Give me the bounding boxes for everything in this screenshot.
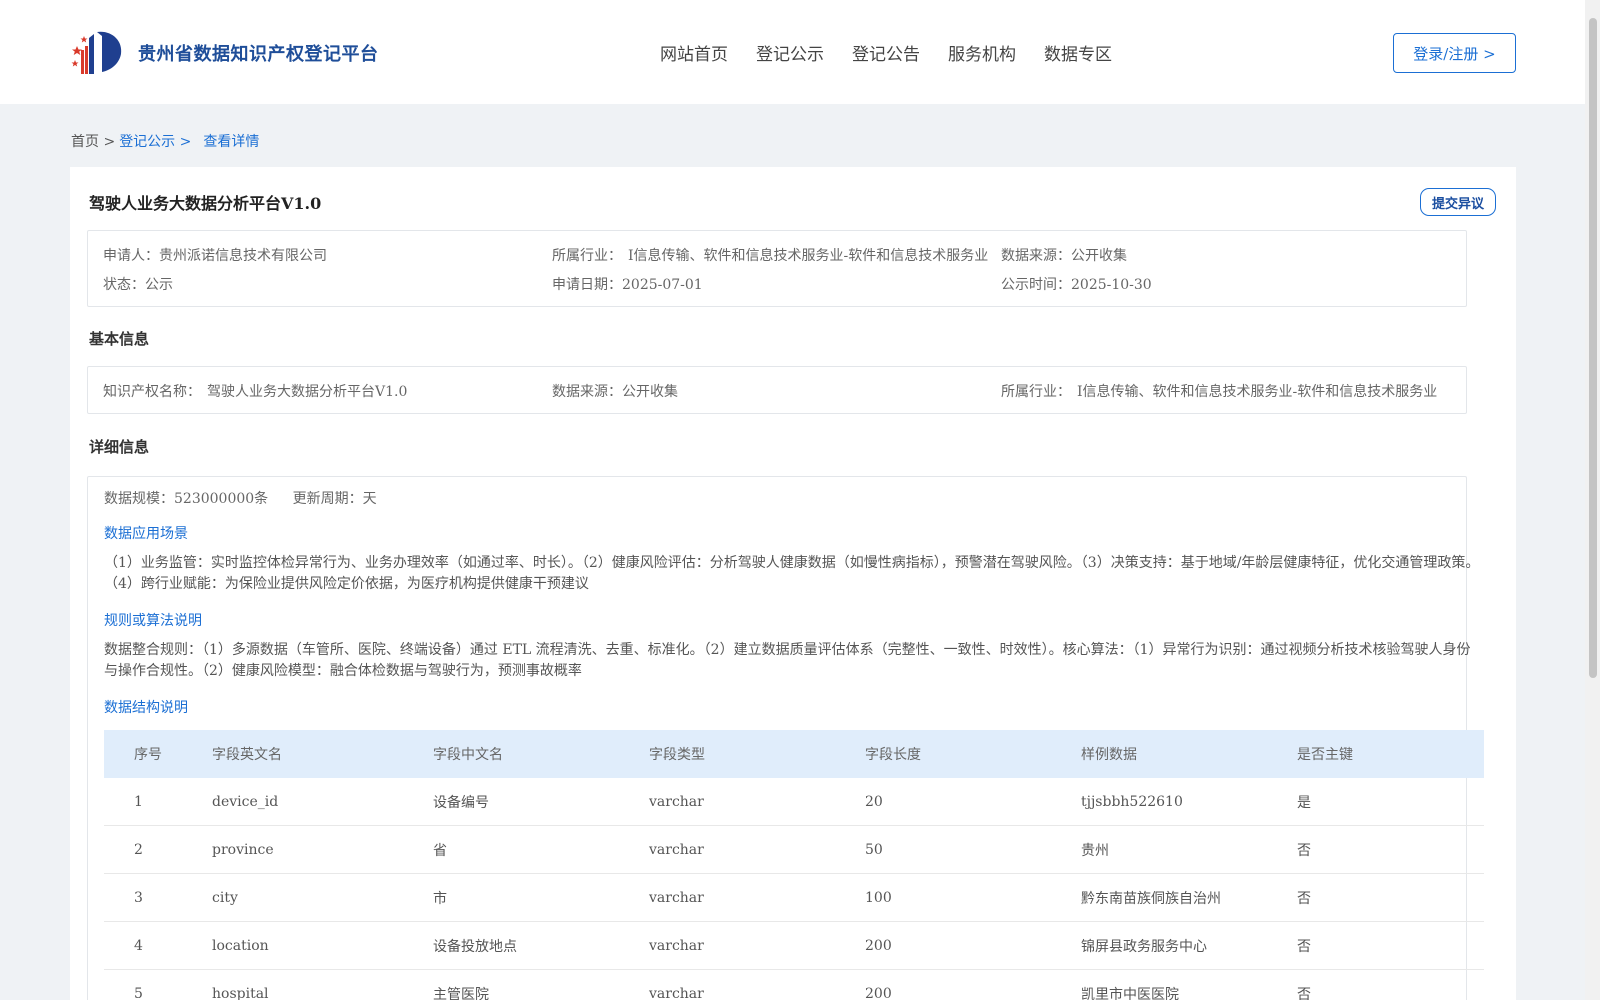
cell-field-length: 200 [865, 985, 892, 1000]
nav-item-publicity[interactable]: 登记公示 [756, 40, 824, 65]
source-value: 公开收集 [1071, 248, 1127, 264]
cell-primary-key: 否 [1297, 986, 1311, 1000]
table-row: 4 location 设备投放地点 varchar 200 锦屏县政务服务中心 … [104, 922, 1484, 970]
summary-box: 申请人：贵州派诺信息技术有限公司 所属行业： I信息传输、软件和信息技术服务业-软… [87, 230, 1467, 307]
basic-info-box: 知识产权名称： 驾驶人业务大数据分析平台V1.0 数据来源：公开收集 所属行业： I… [87, 366, 1467, 414]
main-nav: 网站首页 登记公示 登记公告 服务机构 数据专区 [660, 40, 1140, 65]
applicant-value: 贵州派诺信息技术有限公司 [159, 248, 327, 264]
source-field: 数据来源：公开收集 [1001, 248, 1127, 264]
cell-field-length: 20 [865, 793, 883, 810]
record-title: 驾驶人业务大数据分析平台V1.0 [89, 194, 322, 213]
col-primary-key: 是否主键 [1297, 747, 1353, 763]
data-structure-table: 序号 字段英文名 字段中文名 字段类型 字段长度 样例数据 是否主键 1 dev… [104, 730, 1484, 1000]
cell-field-type: varchar [649, 793, 704, 810]
scrollbar-thumb[interactable] [1589, 18, 1597, 678]
cell-field-cn: 设备编号 [433, 794, 489, 811]
site-logo[interactable]: 贵州省数据知识产权登记平台 [71, 28, 379, 78]
cell-field-en: hospital [212, 985, 269, 1000]
cell-primary-key: 否 [1297, 890, 1311, 907]
col-field-cn: 字段中文名 [433, 747, 503, 763]
cell-field-type: varchar [649, 985, 704, 1000]
rules-title: 规则或算法说明 [104, 613, 202, 629]
breadcrumb: 首页 > 登记公示 > 查看详情 [71, 131, 259, 151]
status-value: 公示 [145, 277, 173, 293]
nav-item-service-agencies[interactable]: 服务机构 [948, 40, 1016, 65]
platform-logo-icon [71, 28, 129, 78]
cell-field-cn: 市 [433, 890, 447, 907]
apply-date-value: 2025-07-01 [622, 277, 703, 293]
cell-field-type: varchar [649, 937, 704, 954]
submit-objection-button[interactable]: 提交异议 [1420, 188, 1496, 216]
cell-field-en: city [212, 889, 238, 906]
table-row: 1 device_id 设备编号 varchar 20 tjjsbbh52261… [104, 778, 1484, 826]
breadcrumb-home[interactable]: 首页 > [71, 131, 115, 151]
industry-value: I信息传输、软件和信息技术服务业-软件和信息技术服务业 [628, 248, 989, 264]
structure-title: 数据结构说明 [104, 700, 188, 716]
cell-primary-key: 是 [1297, 794, 1311, 811]
login-register-button[interactable]: 登录/注册 > [1393, 33, 1516, 73]
table-row: 5 hospital 主管医院 varchar 200 凯里市中医医院 否 [104, 970, 1484, 1000]
cell-index: 5 [134, 985, 143, 1000]
cell-field-en: location [212, 937, 269, 954]
industry-field: 所属行业： I信息传输、软件和信息技术服务业-软件和信息技术服务业 [552, 248, 989, 264]
ip-name-field: 知识产权名称： 驾驶人业务大数据分析平台V1.0 [103, 384, 408, 400]
cell-field-cn: 主管医院 [433, 986, 489, 1000]
nav-item-data-zone[interactable]: 数据专区 [1044, 40, 1112, 65]
scenario-text: （1）业务监管：实时监控体检异常行为、业务办理效率（如通过率、时长）。（2）健康… [104, 555, 1480, 592]
cell-index: 2 [134, 841, 143, 858]
status-field: 状态：公示 [103, 277, 173, 293]
basic-industry-field: 所属行业： I信息传输、软件和信息技术服务业-软件和信息技术服务业 [1001, 384, 1438, 400]
cell-field-type: varchar [649, 841, 704, 858]
page-scrollbar[interactable] [1585, 0, 1600, 1000]
cell-field-cn: 省 [433, 842, 447, 859]
basic-source-field: 数据来源：公开收集 [552, 384, 678, 400]
scenario-title: 数据应用场景 [104, 526, 188, 542]
cell-primary-key: 否 [1297, 938, 1311, 955]
cell-index: 3 [134, 889, 143, 906]
col-field-en: 字段英文名 [212, 747, 282, 763]
col-index: 序号 [134, 747, 162, 763]
applicant-field: 申请人：贵州派诺信息技术有限公司 [103, 248, 327, 264]
cell-sample: 锦屏县政务服务中心 [1081, 938, 1207, 955]
cell-field-type: varchar [649, 889, 704, 906]
cell-sample: 贵州 [1081, 842, 1109, 859]
detail-card: 驾驶人业务大数据分析平台V1.0 提交异议 申请人：贵州派诺信息技术有限公司 所… [70, 167, 1516, 1000]
col-field-length: 字段长度 [865, 747, 921, 763]
breadcrumb-publicity[interactable]: 登记公示 > [119, 131, 191, 151]
col-field-type: 字段类型 [649, 747, 705, 763]
cell-index: 4 [134, 937, 143, 954]
cell-field-cn: 设备投放地点 [433, 938, 517, 955]
data-scale-value: 523000000条 [174, 491, 269, 507]
table-row: 2 province 省 varchar 50 贵州 否 [104, 826, 1484, 874]
update-cycle-value: 天 [362, 491, 377, 507]
cell-sample: 黔东南苗族侗族自治州 [1081, 890, 1221, 907]
top-header: 贵州省数据知识产权登记平台 网站首页 登记公示 登记公告 服务机构 数据专区 登… [0, 0, 1585, 104]
site-title: 贵州省数据知识产权登记平台 [138, 44, 379, 65]
publish-time-value: 2025-10-30 [1071, 277, 1152, 293]
publish-time-field: 公示时间：2025-10-30 [1001, 277, 1152, 293]
cell-field-length: 50 [865, 841, 883, 858]
cell-primary-key: 否 [1297, 842, 1311, 859]
nav-item-announcement[interactable]: 登记公告 [852, 40, 920, 65]
cell-sample: 凯里市中医医院 [1081, 986, 1179, 1000]
cell-field-length: 200 [865, 937, 892, 954]
basic-source-value: 公开收集 [622, 384, 678, 400]
cell-field-en: device_id [212, 793, 279, 810]
cell-sample: tjjsbbh522610 [1081, 793, 1183, 810]
data-scale-field: 数据规模：523000000条 更新周期：天 [104, 491, 377, 507]
col-sample: 样例数据 [1081, 747, 1137, 763]
detail-info-title: 详细信息 [89, 438, 150, 456]
rules-text: 数据整合规则：（1）多源数据（车管所、医院、终端设备）通过 ETL 流程清洗、去… [104, 642, 1471, 679]
cell-field-length: 100 [865, 889, 892, 906]
table-header: 序号 字段英文名 字段中文名 字段类型 字段长度 样例数据 是否主键 [104, 730, 1484, 778]
breadcrumb-current: 查看详情 [203, 134, 260, 150]
basic-info-title: 基本信息 [89, 330, 150, 348]
basic-industry-value: I信息传输、软件和信息技术服务业-软件和信息技术服务业 [1077, 384, 1438, 400]
nav-item-home[interactable]: 网站首页 [660, 40, 728, 65]
cell-index: 1 [134, 793, 143, 810]
ip-name-value: 驾驶人业务大数据分析平台V1.0 [207, 384, 408, 400]
cell-field-en: province [212, 841, 274, 858]
table-row: 3 city 市 varchar 100 黔东南苗族侗族自治州 否 [104, 874, 1484, 922]
apply-date-field: 申请日期：2025-07-01 [552, 277, 703, 293]
